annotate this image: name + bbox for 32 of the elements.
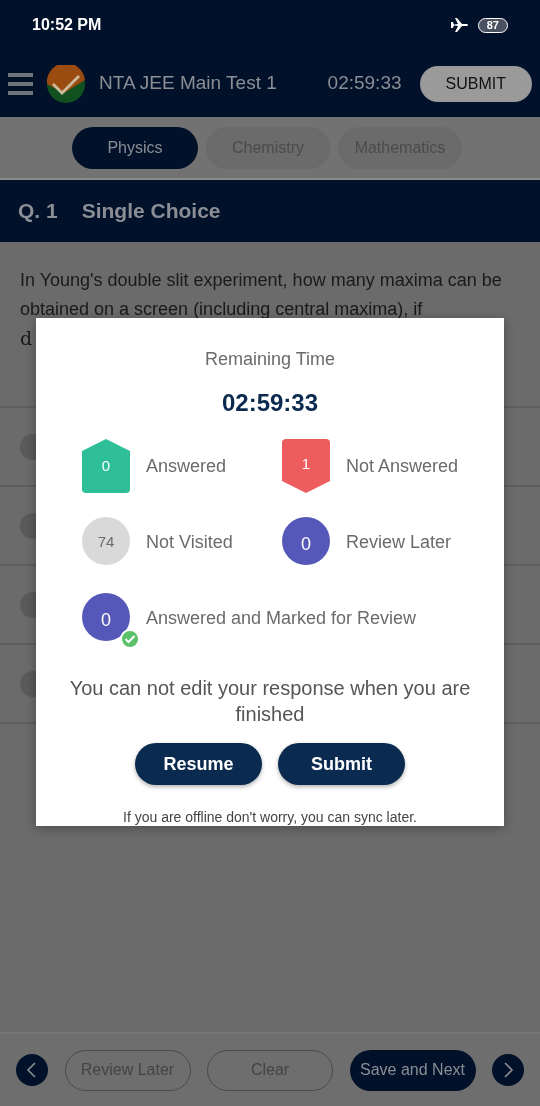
status-label: Answered	[146, 454, 227, 478]
dialog-button[interactable]: Submit	[278, 743, 405, 785]
remaining-time: 02:59:33	[220, 388, 320, 418]
dialog-button[interactable]: Resume	[135, 743, 262, 785]
status-count: 1	[300, 454, 312, 474]
status-count: 0	[300, 533, 312, 556]
test-title: NTA JEE Main Test 1	[99, 71, 277, 96]
previous-button[interactable]	[16, 1054, 48, 1086]
question-text: d	[20, 327, 33, 349]
subject-tab[interactable]: Physics	[72, 126, 198, 169]
status-count: 0	[100, 456, 112, 476]
check-icon	[120, 629, 140, 649]
status-time: 10:52 PM	[32, 15, 102, 35]
emblem-icon	[47, 64, 85, 103]
offline-note: If you are offline don't worry, you can sync later.	[122, 808, 418, 827]
status-label: Answered and Marked for Review	[146, 606, 417, 630]
timer: 02:59:33	[327, 71, 402, 96]
status-count: 74	[96, 532, 116, 552]
save-next-button[interactable]: Save and Next	[349, 1049, 476, 1091]
status-label: Review Later	[346, 530, 452, 554]
submit-button[interactable]: SUBMIT	[419, 65, 532, 102]
next-button[interactable]	[492, 1054, 524, 1086]
battery-icon: 87	[477, 17, 508, 33]
status-label: Not Visited	[146, 530, 233, 554]
question-type: Single Choice	[81, 198, 221, 225]
question-number: Q. 1	[18, 198, 58, 225]
question-text: In Young's double slit experiment, how many maxima can be obtained on a screen (including central maxima), if	[20, 269, 503, 321]
status-count: 0	[100, 609, 112, 632]
status-label: Not Answered	[346, 454, 459, 478]
dialog-title: Remaining Time	[203, 348, 337, 371]
warning-text: You can not edit your response when you are finished	[68, 676, 472, 727]
airplane-icon	[449, 16, 470, 34]
